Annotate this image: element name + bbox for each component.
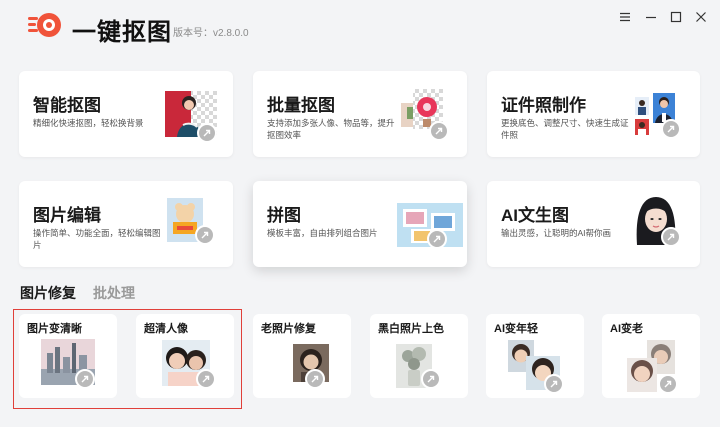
tool-title: 黑白照片上色 (378, 323, 444, 335)
tool-title: AI变年轻 (494, 323, 538, 335)
feature-card-id-photo[interactable]: 证件照制作 更换底色、调整尺寸、快速生成证件照 (487, 71, 700, 157)
app-name: 一键抠图 (72, 19, 172, 46)
card-title: 智能抠图 (33, 96, 101, 115)
enter-icon (658, 374, 678, 394)
enter-icon (544, 374, 564, 394)
minimize-icon[interactable] (643, 9, 659, 25)
card-title: 拼图 (267, 206, 301, 225)
tool-card-ai-older[interactable]: AI变老 (602, 314, 700, 398)
tool-card-ai-younger[interactable]: AI变年轻 (486, 314, 584, 398)
tab-batch-process[interactable]: 批处理 (93, 283, 135, 303)
selection-highlight (13, 309, 242, 409)
card-desc: 输出灵感，让聪明的AI帮你画 (501, 228, 612, 238)
enter-icon (661, 119, 681, 139)
enter-icon (661, 227, 681, 247)
tool-card-old-photo-repair[interactable]: 老照片修复 (253, 314, 351, 398)
title-bar: 一键抠图 版本号：v2.8.0.0 (0, 0, 720, 52)
tool-title: 老照片修复 (261, 323, 316, 335)
enter-icon (195, 225, 215, 245)
tool-card-colorize[interactable]: 黑白照片上色 (370, 314, 468, 398)
card-title: 批量抠图 (267, 96, 335, 115)
feature-card-batch-cutout[interactable]: 批量抠图 支持添加多张人像、物品等，提升抠图效率 (253, 71, 467, 157)
maximize-icon[interactable] (668, 9, 684, 25)
card-desc: 支持添加多张人像、物品等，提升抠图效率 (267, 118, 395, 140)
enter-icon (305, 369, 325, 389)
tool-title: AI变老 (610, 323, 643, 335)
enter-icon (427, 229, 447, 249)
card-desc: 更换底色、调整尺寸、快速生成证件照 (501, 118, 629, 140)
close-icon[interactable] (693, 9, 709, 25)
card-title: 图片编辑 (33, 206, 101, 225)
enter-icon (429, 121, 449, 141)
feature-card-image-edit[interactable]: 图片编辑 操作简单、功能全面，轻松编辑图片 (19, 181, 233, 267)
feature-card-ai-text-to-image[interactable]: AI文生图 输出灵感，让聪明的AI帮你画 (487, 181, 700, 267)
card-desc: 操作简单、功能全面，轻松编辑图片 (33, 228, 161, 250)
app-logo-icon (28, 10, 62, 40)
tab-image-repair[interactable]: 图片修复 (20, 283, 76, 303)
feature-card-collage[interactable]: 拼图 模板丰富，自由排列组合图片 (253, 181, 467, 267)
enter-icon (197, 123, 217, 143)
menu-icon[interactable] (617, 9, 633, 25)
feature-card-smart-cutout[interactable]: 智能抠图 精细化快速抠图，轻松换背景 (19, 71, 233, 157)
card-title: 证件照制作 (501, 96, 586, 115)
card-desc: 精细化快速抠图，轻松换背景 (33, 118, 144, 128)
card-desc: 模板丰富，自由排列组合图片 (267, 228, 378, 238)
app-version: 版本号：v2.8.0.0 (173, 28, 249, 39)
enter-icon (421, 369, 441, 389)
card-title: AI文生图 (501, 206, 569, 225)
